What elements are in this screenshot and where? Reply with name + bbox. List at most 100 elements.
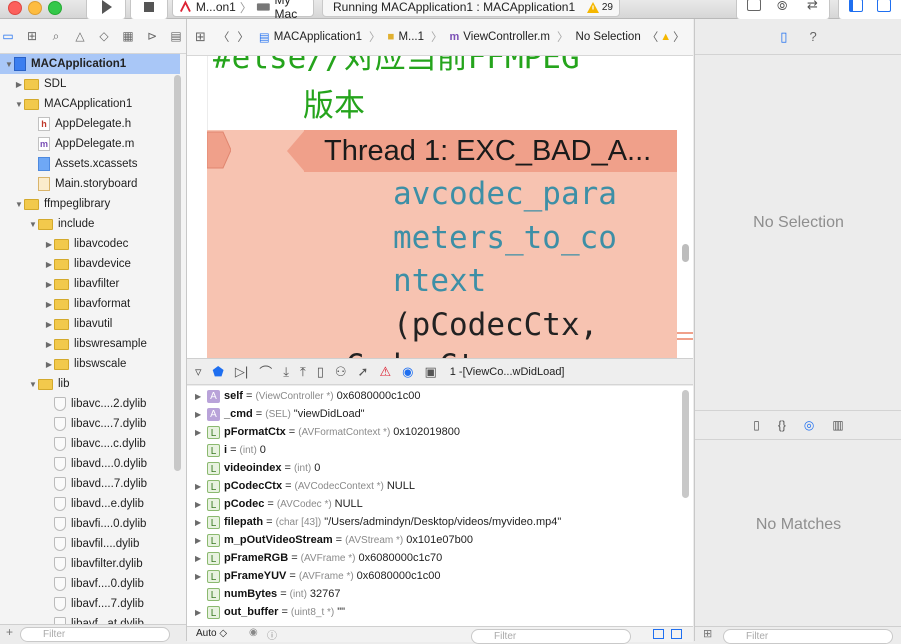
thread-icon[interactable]: ◉ xyxy=(402,364,413,380)
variable-row[interactable]: ▶ A _cmd = (SEL) "viewDidLoad" xyxy=(187,405,677,423)
file-tree-item[interactable]: libavc....7.dylib xyxy=(0,414,180,434)
crumb-symbol[interactable]: No Selection xyxy=(576,31,641,43)
warning-indicator[interactable]: 29 xyxy=(586,1,613,13)
disclosure-open-icon[interactable]: ▼ xyxy=(28,220,38,229)
file-tree-item[interactable]: Assets.xcassets xyxy=(0,154,180,174)
file-tree-item[interactable]: libavf...at.dylib xyxy=(0,614,180,624)
variable-row[interactable]: ▶ LpCodec = (AVCodec *) NULL xyxy=(187,495,677,513)
issue-next-icon[interactable]: 〉 xyxy=(673,29,685,45)
file-tree-item[interactable]: ▼ lib xyxy=(0,374,180,394)
version-editor-icon[interactable]: ⇄ xyxy=(807,0,818,13)
disclosure-closed-icon[interactable]: ▶ xyxy=(195,536,207,545)
crumb-folder[interactable]: M...1 xyxy=(398,31,424,43)
variables-filter-input[interactable]: Filter xyxy=(471,629,631,644)
navigator-toggle-icon[interactable] xyxy=(849,0,863,12)
disclosure-closed-icon[interactable]: ▶ xyxy=(44,360,54,369)
variable-row[interactable]: ▶ LpFormatCtx = (AVFormatContext *) 0x10201… xyxy=(187,423,677,441)
disclosure-closed-icon[interactable]: ▶ xyxy=(195,572,207,581)
variable-row[interactable]: LnumBytes = (int) 32767 xyxy=(187,585,677,603)
disclosure-closed-icon[interactable]: ▶ xyxy=(44,340,54,349)
quick-help-icon[interactable]: ? xyxy=(809,29,816,44)
view-hierarchy-icon[interactable]: ▯ xyxy=(317,364,324,380)
process-icon[interactable]: ⚠ xyxy=(379,364,391,380)
disclosure-closed-icon[interactable]: ▶ xyxy=(14,80,24,89)
object-library-icon[interactable]: ◎ xyxy=(804,418,814,432)
breakpoint-icon[interactable]: ⊳ xyxy=(144,29,160,43)
disclosure-closed-icon[interactable]: ▶ xyxy=(195,554,207,563)
disclosure-open-icon[interactable]: ▼ xyxy=(14,200,24,209)
issue-prev-icon[interactable]: 〈 xyxy=(647,29,659,45)
variable-row[interactable]: ▶ LpCodecCtx = (AVCodecContext *) NULL xyxy=(187,477,677,495)
assistant-editor-icon[interactable]: ⦾ xyxy=(777,0,787,14)
file-tree-item[interactable]: ▼ MACApplication1 xyxy=(0,54,180,74)
variables-mode-selector[interactable]: Auto ◇ xyxy=(196,628,227,639)
code-snippet-icon[interactable]: {} xyxy=(778,418,786,432)
step-out-icon[interactable]: ⤒ xyxy=(300,364,306,380)
file-tree-item[interactable]: libavfilter.dylib xyxy=(0,554,180,574)
continue-icon[interactable]: ▷| xyxy=(235,364,248,380)
search-icon[interactable]: ⌕ xyxy=(48,29,64,44)
disclosure-closed-icon[interactable]: ▶ xyxy=(195,518,207,527)
file-template-icon[interactable]: ▯ xyxy=(753,418,760,432)
stop-button[interactable] xyxy=(130,0,168,20)
disclosure-closed-icon[interactable]: ▶ xyxy=(195,392,207,401)
navigator-scrollbar[interactable] xyxy=(174,75,181,471)
memory-graph-icon[interactable]: ⚇ xyxy=(335,364,347,380)
source-editor[interactable]: #else//对应当前FFMPEG 版本 Thread 1: EXC_BAD_A… xyxy=(187,56,693,358)
disclosure-closed-icon[interactable]: ▶ xyxy=(195,410,207,419)
file-tree-item[interactable]: h AppDelegate.h xyxy=(0,114,180,134)
close-window-button[interactable] xyxy=(8,1,22,15)
file-tree-item[interactable]: ▶ libswresample xyxy=(0,334,180,354)
variable-row[interactable]: Li = (int) 0 xyxy=(187,441,677,459)
file-tree-item[interactable]: ▶ libavutil xyxy=(0,314,180,334)
line-gutter[interactable] xyxy=(187,56,208,358)
minimize-window-button[interactable] xyxy=(28,1,42,15)
stack-frame-label[interactable]: 1 -[ViewCo...wDidLoad] xyxy=(450,366,565,378)
info-icon[interactable]: ⓘ xyxy=(267,627,277,642)
variable-row[interactable]: ▶ Lout_buffer = (uint8_t *) "" xyxy=(187,603,677,621)
disclosure-closed-icon[interactable]: ▶ xyxy=(44,300,54,309)
variable-row[interactable]: Lvideoindex = (int) 0 xyxy=(187,459,677,477)
file-tree-item[interactable]: ▶ libavdevice xyxy=(0,254,180,274)
variable-row[interactable]: ▶ LpFrameYUV = (AVFrame *) 0x6080000c1c00 xyxy=(187,567,677,585)
grid-view-icon[interactable]: ⊞ xyxy=(703,627,712,640)
run-button[interactable] xyxy=(86,0,126,20)
related-items-icon[interactable]: ⊞ xyxy=(195,29,206,45)
step-into-icon[interactable]: ⤓ xyxy=(283,364,289,380)
navigator-filter-input[interactable]: Filter xyxy=(20,627,170,642)
quick-look-icon[interactable]: ◉ xyxy=(249,627,258,638)
file-tree-item[interactable]: m AppDelegate.m xyxy=(0,134,180,154)
hide-debug-icon[interactable]: ▿ xyxy=(195,364,202,380)
forward-button[interactable]: 〉 xyxy=(237,29,249,45)
instruction-pointer-icon[interactable] xyxy=(207,130,231,170)
file-inspector-icon[interactable]: ▯ xyxy=(780,29,787,45)
variable-row[interactable]: ▶ Lfilepath = (char [43]) "/Users/admindyn/… xyxy=(187,513,677,531)
file-tree-item[interactable]: libavfil....dylib xyxy=(0,534,180,554)
standard-editor-icon[interactable] xyxy=(747,0,761,11)
disclosure-open-icon[interactable]: ▼ xyxy=(28,380,38,389)
file-tree-item[interactable]: ▼ MACApplication1 xyxy=(0,94,180,114)
disclosure-closed-icon[interactable]: ▶ xyxy=(195,500,207,509)
variables-scrollbar[interactable] xyxy=(682,390,689,498)
file-tree-item[interactable]: libavf....0.dylib xyxy=(0,574,180,594)
disclosure-closed-icon[interactable]: ▶ xyxy=(44,260,54,269)
debug-toggle-icon[interactable] xyxy=(877,0,891,12)
zoom-window-button[interactable] xyxy=(48,1,62,15)
scheme-selector[interactable]: M...on1 〉 My Mac xyxy=(172,0,314,21)
disclosure-closed-icon[interactable]: ▶ xyxy=(44,240,54,249)
test-icon[interactable]: ◇ xyxy=(96,29,112,43)
disclosure-closed-icon[interactable]: ▶ xyxy=(195,428,207,437)
file-tree-item[interactable]: libavd....0.dylib xyxy=(0,454,180,474)
warning-icon[interactable]: △ xyxy=(72,29,88,43)
file-tree-item[interactable]: libavc....2.dylib xyxy=(0,394,180,414)
file-tree-item[interactable]: ▶ libswscale xyxy=(0,354,180,374)
thread-exception-banner[interactable]: Thread 1: EXC_BAD_A... xyxy=(304,130,677,172)
media-library-icon[interactable]: ▥ xyxy=(832,418,843,432)
debug-icon[interactable]: ▦ xyxy=(120,29,136,43)
editor-scrollbar[interactable] xyxy=(682,244,689,262)
report-icon[interactable]: ▤ xyxy=(168,29,184,43)
folder-icon[interactable]: ▭ xyxy=(0,29,16,43)
file-tree-item[interactable]: libavc....c.dylib xyxy=(0,434,180,454)
crumb-file[interactable]: ViewController.m xyxy=(463,31,550,43)
hierarchy-icon[interactable]: ⊞ xyxy=(24,29,40,43)
